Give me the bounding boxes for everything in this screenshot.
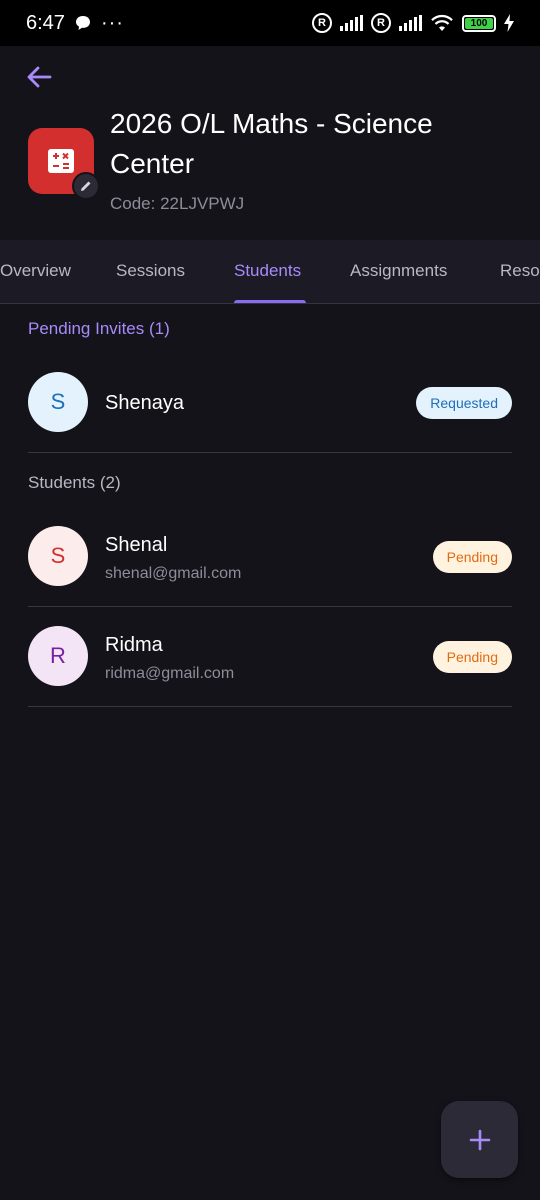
list-item[interactable]: S Shenaya Requested (0, 372, 540, 434)
active-tab-indicator (234, 300, 306, 303)
wifi-icon (431, 14, 453, 31)
page-title: 2026 O/L Maths - Science Center (110, 108, 433, 179)
registered-icon-2: R (371, 13, 391, 33)
calculator-icon (48, 149, 74, 173)
battery-level: 100 (465, 17, 493, 29)
tab-assignments[interactable]: Assignments (350, 240, 447, 303)
registered-icon: R (312, 13, 332, 33)
list-item[interactable]: S Shenal shenal@gmail.com Pending (0, 526, 540, 588)
avatar: S (28, 372, 88, 432)
student-email: ridma@gmail.com (105, 665, 235, 682)
edit-icon-button[interactable] (72, 172, 100, 200)
class-header: 2026 O/L Maths - Science Center Code: 22… (0, 46, 540, 240)
more-notifications-icon: ··· (100, 11, 124, 34)
pencil-icon (81, 181, 91, 191)
student-email: shenal@gmail.com (105, 565, 242, 582)
list-item[interactable]: R Ridma ridma@gmail.com Pending (0, 626, 540, 688)
class-code: Code: 22LJVPWJ (110, 194, 245, 213)
student-name: Shenal (105, 534, 168, 556)
back-arrow-icon[interactable] (22, 60, 56, 94)
plus-icon (469, 1129, 490, 1150)
avatar: S (28, 526, 88, 586)
add-student-button[interactable] (441, 1101, 518, 1178)
student-name: Ridma (105, 634, 163, 656)
battery-icon: 100 (462, 14, 496, 32)
avatar: R (28, 626, 88, 686)
invitee-name: Shenaya (105, 392, 184, 414)
divider (28, 452, 512, 453)
charging-icon (504, 14, 514, 32)
divider (28, 706, 512, 707)
signal-icon (340, 15, 363, 31)
status-badge: Requested (416, 387, 512, 419)
status-time: 6:47 (26, 11, 65, 34)
tab-students[interactable]: Students (234, 240, 301, 303)
divider (28, 606, 512, 607)
status-badge: Pending (432, 541, 512, 573)
tab-sessions[interactable]: Sessions (116, 240, 185, 303)
chat-bubble-icon (75, 16, 90, 30)
pending-invites-heading: Pending Invites (1) (28, 319, 170, 338)
tab-overview[interactable]: Overview (0, 240, 71, 303)
status-badge: Pending (432, 641, 512, 673)
tab-bar: Overview Sessions Students Assignments R… (0, 240, 540, 304)
students-heading: Students (2) (28, 473, 121, 492)
tab-resources[interactable]: Reso (500, 240, 540, 303)
status-bar: 6:47 ··· R R 100 (0, 0, 540, 46)
signal-icon-2 (399, 15, 422, 31)
